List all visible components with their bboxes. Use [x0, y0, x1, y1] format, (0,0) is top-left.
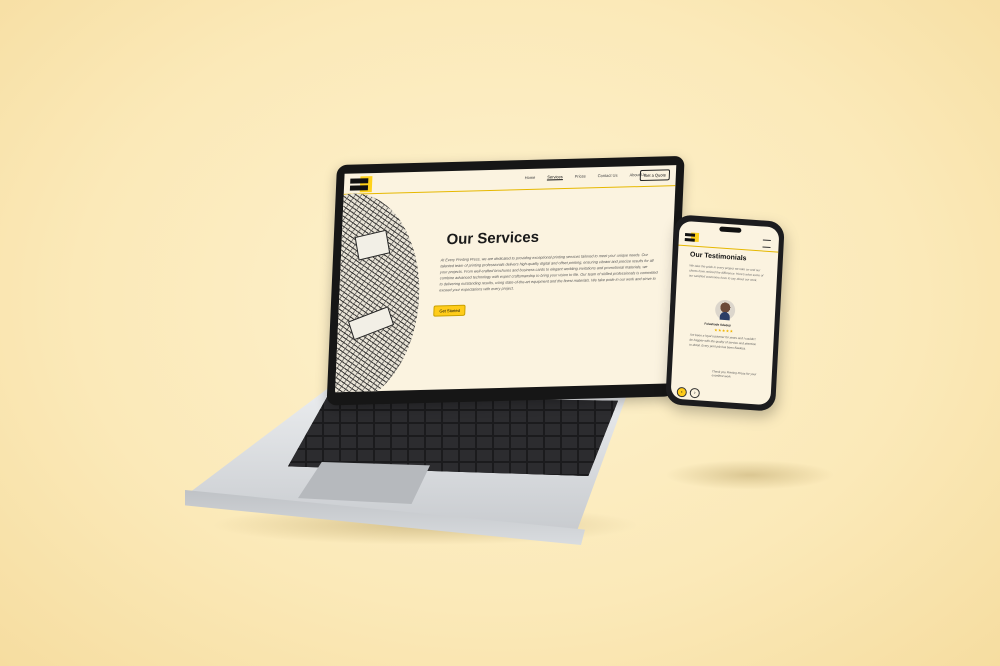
logo-bar: [350, 178, 369, 184]
laptop-screen: Home Services Prices Contact Us About Us…: [335, 165, 677, 393]
phone-shadow: [665, 460, 835, 490]
nav-link-prices[interactable]: Prices: [574, 173, 586, 179]
hamburger-menu-icon[interactable]: [762, 239, 771, 249]
nav-link-home[interactable]: Home: [525, 175, 536, 181]
hero-engraving-image: [335, 191, 424, 393]
testimonial-quote: I've been a loyal customer for years and…: [689, 332, 757, 351]
get-started-button[interactable]: Get Started: [433, 304, 467, 317]
testimonials-intro: We take the pride in every project we ta…: [688, 263, 764, 283]
avatar: [714, 299, 736, 321]
testimonials-title: Our Testimonials: [689, 251, 747, 263]
phone-notch: [719, 226, 742, 233]
star-rating: ★★★★★: [713, 327, 734, 334]
logo-bar: [349, 185, 369, 191]
nav-link-contact[interactable]: Contact Us: [598, 173, 618, 180]
prev-arrow-button[interactable]: ‹: [676, 386, 688, 398]
logo-bar: [684, 233, 696, 237]
nav-link-services[interactable]: Services: [547, 174, 563, 181]
nav-links: Home Services Prices Contact Us About Us: [525, 172, 646, 181]
services-description: At Every Printing Press, we are dedicate…: [439, 252, 658, 293]
phone-device: Our Testimonials We take the pride in ev…: [665, 214, 785, 412]
testimonial-signature: Thank you Printing Press for your excell…: [711, 369, 757, 379]
site-navbar: Home Services Prices Contact Us About Us…: [343, 165, 677, 195]
laptop-trackpad: [298, 462, 430, 504]
next-arrow-button[interactable]: ›: [689, 387, 701, 399]
laptop-lid: Home Services Prices Contact Us About Us…: [326, 155, 685, 406]
page-title: Our Services: [446, 228, 540, 249]
mockup-stage: Home Services Prices Contact Us About Us…: [0, 0, 1000, 666]
engraving-hatching: [335, 191, 424, 393]
phone-screen: Our Testimonials We take the pride in ev…: [670, 220, 780, 406]
phone-navbar: [678, 230, 780, 253]
phone-site-logo[interactable]: [684, 231, 700, 244]
get-quote-button[interactable]: Get a Quote: [639, 169, 671, 182]
carousel-controls: ‹ ›: [676, 386, 701, 399]
logo-bar: [684, 238, 695, 242]
